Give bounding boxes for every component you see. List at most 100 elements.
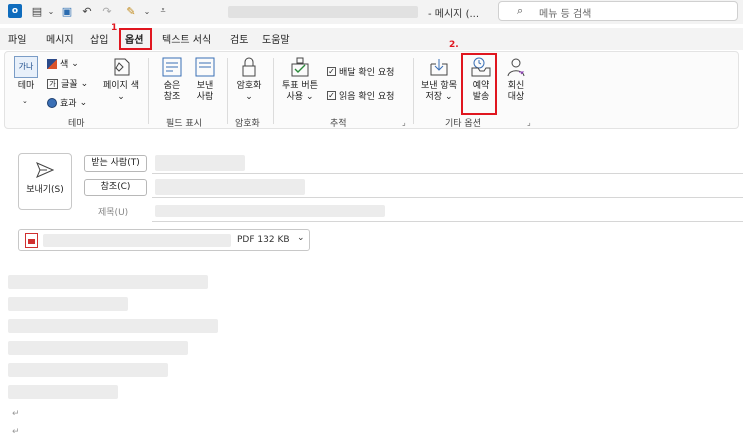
save-sent-label-line2: 저장 (425, 92, 443, 102)
to-field-underline (152, 173, 743, 174)
search-input[interactable]: ⌕ 메뉴 등 검색 (498, 1, 738, 21)
checkbox-checked-icon: ✓ (327, 67, 336, 76)
cc-field-underline (152, 197, 743, 198)
chevron-down-icon[interactable]: ⌄ (297, 233, 305, 243)
from-button[interactable]: 보낸 사람 (192, 56, 218, 103)
read-receipt-label: 읽음 확인 요청 (339, 92, 395, 102)
chevron-down-icon: ⌄ (80, 78, 89, 89)
tab-message[interactable]: 메시지 (46, 31, 74, 46)
title-bar: o ▤ ⌄ ▣ ↶ ↷ ✎ ⌄ ⩡ - 메시지 (... ⌕ 메뉴 등 검색 (0, 0, 743, 24)
dialog-launcher-icon[interactable]: ⌟ (527, 118, 531, 127)
tab-file[interactable]: 파일 (8, 31, 26, 46)
attachment-type: PDF (237, 235, 255, 245)
format-painter-icon[interactable]: ✎ (124, 4, 138, 18)
save-sent-icon (430, 59, 448, 76)
chevron-down-icon[interactable]: ⌄ (44, 4, 58, 18)
theme-button[interactable]: 가나 테마 (13, 56, 39, 92)
bcc-label-line2: 참조 (163, 92, 181, 102)
cc-button[interactable]: 참조(C) (84, 179, 147, 196)
chevron-down-icon: ⌄ (71, 58, 79, 69)
group-separator (413, 58, 414, 124)
reply-person-icon (507, 58, 525, 77)
color-swatch-icon (47, 58, 57, 69)
save-icon[interactable]: ▣ (60, 4, 74, 18)
encrypt-button[interactable]: 암호화 ⌄ (231, 56, 267, 103)
redo-icon[interactable]: ↷ (100, 4, 114, 18)
compose-area: 보내기(S) 받는 사람(T) 참조(C) 제목(U) PDF 132 KB ⌄… (0, 135, 743, 439)
subject-field-underline (152, 221, 743, 222)
theme-label: 테마 (17, 81, 35, 91)
step-2-marker: 2. (449, 40, 459, 50)
effects-label: 효과 (60, 99, 77, 109)
outlook-logo-icon: o (8, 4, 22, 18)
delivery-receipt-checkbox[interactable]: ✓ 배달 확인 요청 (327, 65, 394, 78)
vote-icon (291, 57, 309, 77)
window-title-redacted (228, 6, 418, 18)
chevron-down-icon: ⌄ (22, 97, 28, 105)
chevron-down-icon: ⌄ (305, 92, 314, 102)
bcc-button[interactable]: 숨은 참조 (159, 56, 185, 103)
vote-label-line2: 사용 (286, 92, 304, 102)
tab-insert[interactable]: 삽입 (90, 31, 108, 46)
send-icon (36, 162, 54, 178)
direct-replies-label-line2: 대상 (507, 92, 525, 102)
dialog-launcher-icon[interactable]: ⌟ (402, 118, 406, 127)
body-line-redacted (8, 363, 168, 377)
save-sent-item-button[interactable]: 보낸 항목 저장 ⌄ (417, 56, 461, 103)
fonts-button[interactable]: 가 글꼴 ⌄ (47, 77, 88, 90)
checkbox-checked-icon: ✓ (327, 91, 336, 100)
attachment-info: PDF 132 KB (237, 235, 290, 245)
bcc-icon (162, 57, 182, 77)
bcc-label-line1: 숨은 (163, 81, 181, 91)
body-line-redacted (8, 275, 208, 289)
group-label-theme: 테마 (68, 119, 85, 129)
search-placeholder: 메뉴 등 검색 (539, 9, 592, 20)
group-label-tracking: 추적 (330, 119, 347, 129)
effects-button[interactable]: 효과 ⌄ (47, 96, 87, 109)
encrypt-label: 암호화 (236, 81, 262, 91)
body-line-redacted (8, 319, 218, 333)
tab-format-text[interactable]: 텍스트 서식 (162, 31, 211, 46)
chevron-down-icon[interactable]: ⌄ (140, 4, 154, 18)
page-color-label: 페이지 색 (103, 81, 139, 91)
chevron-down-icon: ⌄ (117, 92, 125, 102)
paragraph-mark: ↵ (12, 427, 20, 437)
group-separator (148, 58, 149, 124)
tab-help[interactable]: 도움말 (262, 31, 290, 46)
from-label-line2: 사람 (196, 92, 214, 102)
tab-review[interactable]: 검토 (230, 31, 248, 46)
body-line-redacted (8, 385, 118, 399)
undo-icon[interactable]: ↶ (80, 4, 94, 18)
page-icon[interactable]: ▤ (30, 4, 44, 18)
subject-redacted[interactable] (155, 205, 385, 217)
font-icon: 가 (47, 78, 58, 89)
save-sent-label-line1: 보낸 항목 (421, 81, 457, 91)
window-title: - 메시지 (... (428, 9, 480, 20)
delivery-receipt-label: 배달 확인 요청 (339, 68, 395, 78)
group-label-fields: 필드 표시 (166, 119, 202, 129)
pdf-file-icon (25, 233, 38, 248)
search-icon: ⌕ (517, 4, 524, 17)
group-label-encrypt: 암호화 (235, 119, 260, 129)
page-color-button[interactable]: 페이지 색 ⌄ (99, 56, 143, 103)
colors-label: 색 (60, 60, 69, 70)
send-button[interactable]: 보내기(S) (18, 153, 72, 210)
from-label-line1: 보낸 (196, 81, 214, 91)
colors-button[interactable]: 색 ⌄ (47, 57, 79, 70)
chevron-down-icon: ⌄ (444, 92, 453, 102)
group-separator (273, 58, 274, 124)
highlight-box-options-tab (119, 28, 152, 50)
direct-replies-button[interactable]: 회신 대상 (501, 56, 531, 103)
attachment-size: 132 KB (257, 235, 290, 245)
send-label: 보내기(S) (26, 185, 64, 195)
voting-buttons[interactable]: 투표 버튼 사용 ⌄ (277, 56, 323, 103)
attachment-name-redacted (43, 234, 231, 247)
theme-icon: 가나 (14, 56, 38, 78)
to-button[interactable]: 받는 사람(T) (84, 155, 147, 172)
chevron-down-icon: ⌄ (79, 97, 88, 108)
customize-toolbar-icon[interactable]: ⩡ (156, 4, 170, 18)
read-receipt-checkbox[interactable]: ✓ 읽음 확인 요청 (327, 89, 394, 102)
subject-label: 제목(U) (98, 208, 129, 218)
attachment-chip[interactable]: PDF 132 KB ⌄ (18, 229, 310, 251)
highlight-box-delay-delivery (461, 53, 497, 115)
